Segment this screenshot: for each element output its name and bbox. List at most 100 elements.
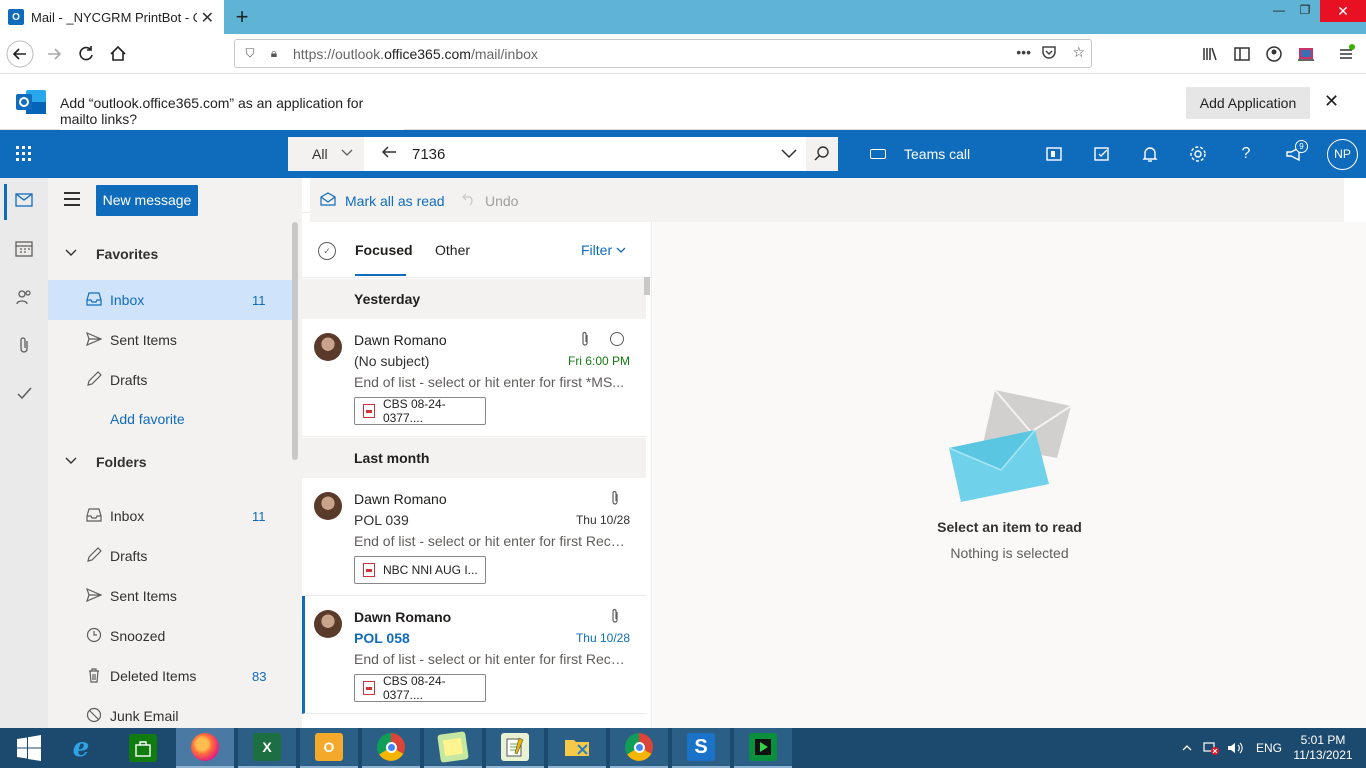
close-notification-icon[interactable]: ✕ xyxy=(1324,91,1339,112)
teams-call-button[interactable]: Teams call xyxy=(870,146,970,162)
folder-pane-scrollbar[interactable] xyxy=(292,222,298,460)
back-icon[interactable] xyxy=(6,40,34,68)
restore-window-button[interactable]: ❐ xyxy=(1292,0,1318,22)
search-button[interactable] xyxy=(806,137,838,171)
sender-avatar xyxy=(314,492,342,520)
filter-button[interactable]: Filter xyxy=(581,242,626,258)
outlook-header: All 7136 Teams call ? xyxy=(0,130,1366,178)
unread-count: 11 xyxy=(252,292,266,308)
account-avatar[interactable]: NP xyxy=(1327,139,1358,170)
unread-count: 11 xyxy=(252,508,266,524)
tab-other[interactable]: Other xyxy=(435,242,470,258)
search-input[interactable]: 7136 xyxy=(412,146,445,163)
taskbar-swift[interactable]: S xyxy=(672,728,730,768)
undo-button[interactable]: Undo xyxy=(462,192,518,209)
taskbar-player[interactable] xyxy=(734,728,792,768)
message-item[interactable]: Dawn Romano (No subject) Fri 6:00 PM End… xyxy=(302,319,646,437)
windows-logo-icon xyxy=(17,735,41,761)
lock-icon[interactable]: 🔒︎ xyxy=(263,46,285,61)
page-actions-menu-icon[interactable]: ••• xyxy=(1016,44,1031,60)
select-all-checkbox-icon[interactable]: ✓ xyxy=(318,242,336,260)
message-item[interactable]: Dawn Romano POL 058 Thu 10/28 End of lis… xyxy=(302,596,646,714)
library-icon[interactable] xyxy=(1200,44,1220,64)
people-icon[interactable] xyxy=(14,288,34,308)
swift-app-icon: S xyxy=(687,733,715,761)
calendar-icon[interactable] xyxy=(14,240,34,260)
volume-icon[interactable] xyxy=(1226,728,1244,768)
mail-icon[interactable] xyxy=(14,192,34,212)
attachment-chip[interactable]: CBS 08-24-0377.... xyxy=(354,397,486,425)
taskbar-store[interactable] xyxy=(114,728,172,768)
folder-sent-items[interactable]: Sent Items xyxy=(48,576,292,616)
shield-icon[interactable]: ⛉ xyxy=(239,46,261,61)
taskbar-chrome[interactable] xyxy=(362,728,420,768)
minimize-window-button[interactable]: — xyxy=(1266,0,1292,22)
browser-tab[interactable]: O Mail - _NYCGRM PrintBot - Out ✕ xyxy=(0,0,224,34)
folder-drafts[interactable]: Drafts xyxy=(48,536,292,576)
help-icon[interactable]: ? xyxy=(1236,144,1256,164)
folder-snoozed[interactable]: Snoozed xyxy=(48,616,292,656)
taskbar-notepad-plus[interactable] xyxy=(486,728,544,768)
hamburger-menu-icon[interactable] xyxy=(64,192,80,206)
taskbar-excel[interactable]: X xyxy=(238,728,296,768)
new-tab-button[interactable]: + xyxy=(230,4,254,30)
todo-check-icon[interactable] xyxy=(14,384,34,404)
input-language[interactable]: ENG xyxy=(1256,728,1282,768)
forward-icon[interactable] xyxy=(40,40,68,68)
message-subject: (No subject) xyxy=(354,353,430,369)
office-app-icon[interactable] xyxy=(1044,144,1064,164)
home-icon[interactable] xyxy=(104,40,132,68)
my-day-icon[interactable] xyxy=(1092,144,1112,164)
add-application-button[interactable]: Add Application xyxy=(1186,87,1310,119)
favorite-inbox[interactable]: Inbox 11 xyxy=(48,280,292,320)
taskbar-sticky-notes[interactable] xyxy=(424,728,482,768)
message-item[interactable]: Dawn Romano POL 039 Thu 10/28 End of lis… xyxy=(302,478,646,596)
taskbar-chrome-profile[interactable] xyxy=(610,728,668,768)
close-tab-icon[interactable]: ✕ xyxy=(201,8,214,28)
send-icon xyxy=(86,587,103,605)
favorite-drafts[interactable]: Drafts xyxy=(48,360,292,400)
app-menu-icon[interactable] xyxy=(1336,44,1356,64)
sidebar-icon[interactable] xyxy=(1232,44,1252,64)
favorites-section-header[interactable]: Favorites xyxy=(48,234,292,274)
folder-inbox[interactable]: Inbox 11 xyxy=(48,496,292,536)
new-message-button[interactable]: New message xyxy=(96,185,198,216)
url-text[interactable]: https://outlook.office365.com/mail/inbox xyxy=(293,46,538,62)
folders-section-header[interactable]: Folders xyxy=(48,442,292,482)
mark-all-read-button[interactable]: Mark all as read xyxy=(320,192,445,209)
folder-deleted-items[interactable]: Deleted Items 83 xyxy=(48,656,292,696)
message-list-scrollbar[interactable] xyxy=(644,277,650,295)
show-hidden-icons-chevron-icon[interactable] xyxy=(1182,728,1192,768)
search-scope-dropdown[interactable]: All xyxy=(288,137,364,171)
search-back-icon[interactable] xyxy=(380,143,398,166)
pocket-icon[interactable] xyxy=(1041,44,1057,63)
bookmark-star-icon[interactable]: ☆ xyxy=(1072,44,1085,61)
search-options-chevron-icon[interactable] xyxy=(780,144,798,165)
address-bar[interactable]: ⛉ 🔒︎ https://outlook.office365.com/mail/… xyxy=(234,39,1092,68)
reading-pane-subtitle: Nothing is selected xyxy=(950,545,1069,561)
taskbar-clock[interactable]: 5:01 PM 11/13/2021 xyxy=(1292,733,1354,763)
active-app-indicator xyxy=(4,184,7,220)
taskbar-outlook[interactable]: O xyxy=(300,728,358,768)
app-launcher-icon[interactable] xyxy=(14,144,34,164)
network-error-icon[interactable] xyxy=(1202,728,1220,768)
close-window-button[interactable]: ✕ xyxy=(1320,0,1366,22)
gear-icon[interactable] xyxy=(1188,144,1208,164)
extension-icon[interactable] xyxy=(1296,44,1316,64)
account-icon[interactable] xyxy=(1264,44,1284,64)
block-icon xyxy=(86,707,102,726)
paperclip-icon[interactable] xyxy=(14,336,34,356)
attachment-chip[interactable]: NBC NNI AUG I... xyxy=(354,556,486,584)
taskbar-firefox[interactable] xyxy=(176,728,234,768)
outlook-logo-icon xyxy=(16,88,48,116)
add-favorite-link[interactable]: Add favorite xyxy=(110,411,185,427)
reload-icon[interactable] xyxy=(72,40,100,68)
taskbar-file-explorer[interactable] xyxy=(548,728,606,768)
tab-focused[interactable]: Focused xyxy=(355,242,413,258)
start-button[interactable] xyxy=(0,728,58,768)
attachment-chip[interactable]: CBS 08-24-0377.... xyxy=(354,674,486,702)
bell-icon[interactable] xyxy=(1140,144,1160,164)
taskbar-internet-explorer[interactable]: e xyxy=(52,728,110,768)
favorite-sent-items[interactable]: Sent Items xyxy=(48,320,292,360)
reminder-clock-icon xyxy=(610,332,624,346)
